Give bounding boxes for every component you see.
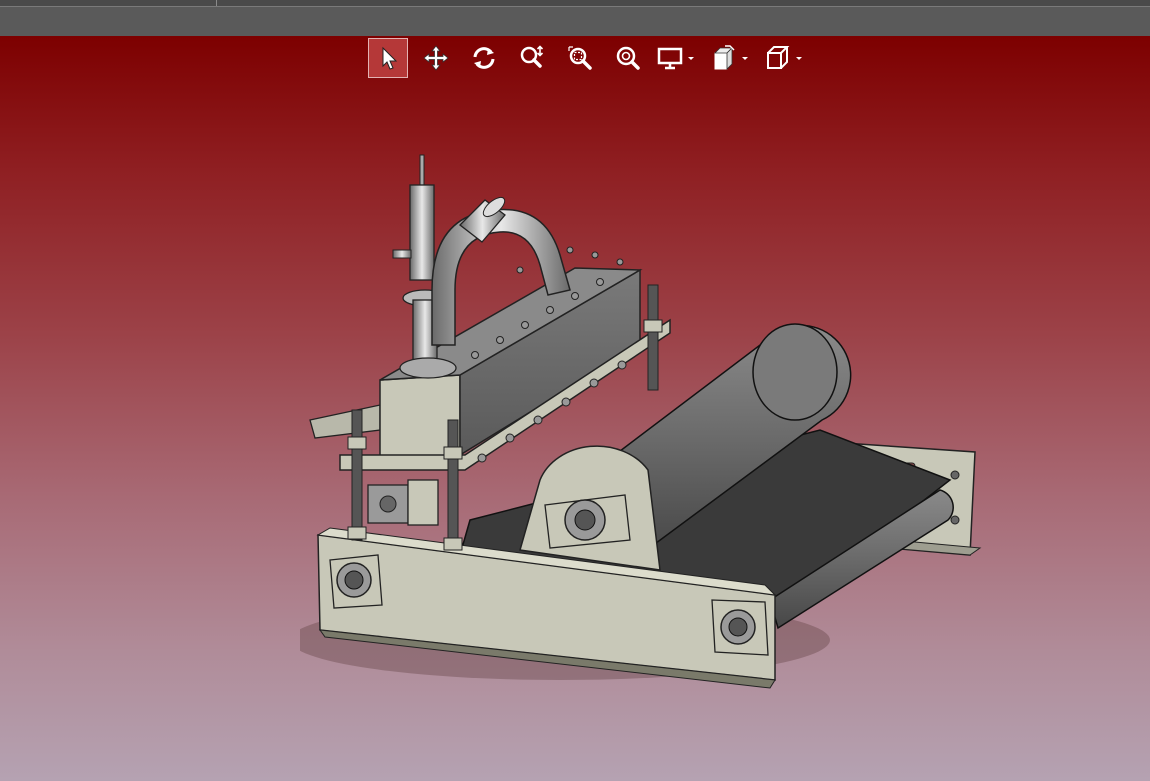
rail-bolt: [950, 515, 960, 525]
zoom-area-icon: [568, 46, 592, 70]
title-bar: [0, 0, 1150, 36]
render-style-dropdown[interactable]: [710, 44, 750, 72]
pan-button[interactable]: [416, 38, 456, 78]
view-toolbar: [368, 38, 818, 78]
tab-strip: [0, 0, 1150, 7]
gear-motor[interactable]: [367, 479, 439, 526]
pan-move-icon: [423, 45, 449, 71]
rail-bolt: [950, 470, 960, 480]
chevron-down-icon: [742, 57, 748, 60]
rotate-button[interactable]: [464, 38, 504, 78]
zoom-in-out-button[interactable]: [512, 38, 552, 78]
zoom-area-button[interactable]: [560, 38, 600, 78]
zoom-fit-icon: [616, 46, 640, 70]
tab-divider: [216, 0, 217, 6]
flange-bearing-right[interactable]: [711, 599, 769, 656]
view-orientation-dropdown[interactable]: [764, 44, 804, 72]
left-guide-plate[interactable]: [309, 404, 381, 439]
view-render-icon: [714, 45, 735, 70]
display-monitor-icon: [657, 47, 683, 70]
select-button[interactable]: [368, 38, 408, 78]
view-cube-icon: [767, 46, 790, 69]
display-dropdown[interactable]: [656, 44, 696, 72]
drive-roller-end: [752, 323, 838, 421]
roller-bearing-housing[interactable]: [544, 494, 631, 549]
flange-bearing-left[interactable]: [329, 554, 383, 609]
select-arrow-icon: [382, 46, 398, 70]
chevron-down-icon: [688, 57, 694, 60]
chevron-down-icon: [796, 57, 802, 60]
zoom-fit-button[interactable]: [608, 38, 648, 78]
cad-model-conveyor[interactable]: [300, 150, 990, 710]
zoom-in-out-icon: [520, 45, 544, 68]
rotate-icon: [473, 47, 495, 69]
